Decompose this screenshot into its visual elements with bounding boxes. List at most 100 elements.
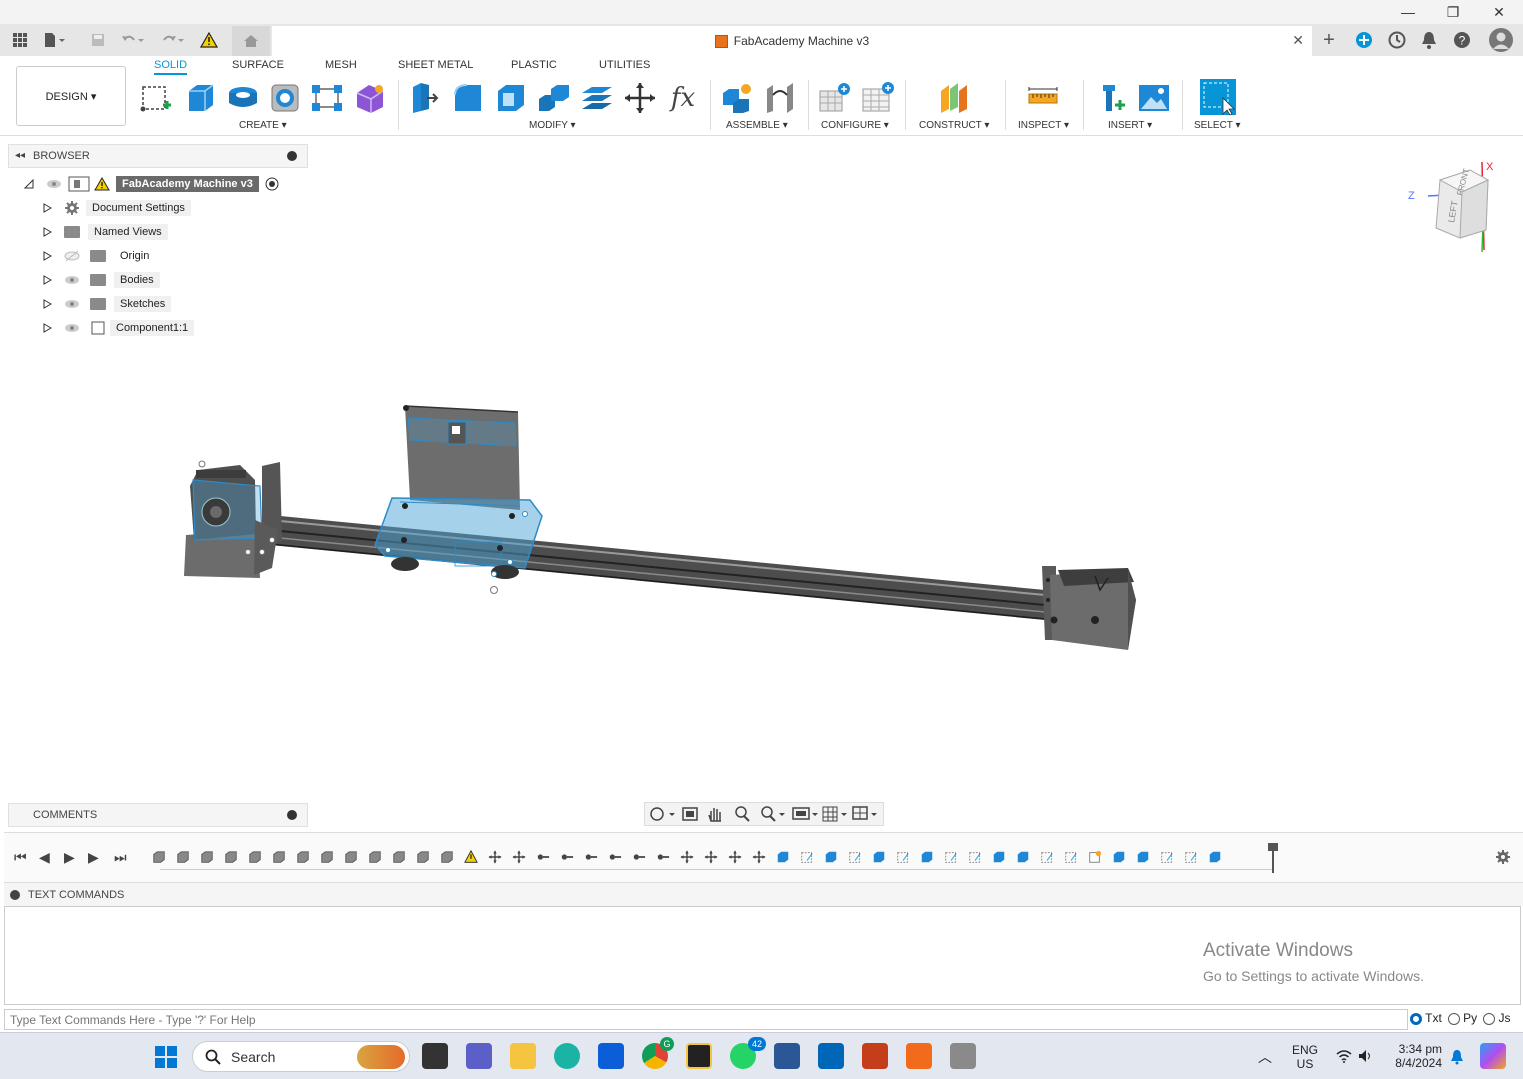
document-tab[interactable]: FabAcademy Machine v3 ✕ (272, 26, 1312, 56)
save-icon[interactable] (86, 28, 110, 52)
extensions-icon[interactable] (1352, 28, 1376, 52)
chrome-icon[interactable]: G (642, 1037, 674, 1069)
shell-icon[interactable] (493, 80, 529, 116)
timeline-feature-joint-icon[interactable] (536, 850, 550, 864)
form-icon[interactable] (352, 80, 388, 116)
timeline-feature-blue-icon[interactable] (824, 850, 838, 864)
insert-group-label[interactable]: INSERT ▾ (1108, 120, 1152, 131)
inspect-group-label[interactable]: INSPECT ▾ (1018, 120, 1069, 131)
timeline-feature-ext-icon[interactable] (368, 850, 382, 864)
viewports-icon[interactable] (852, 806, 877, 820)
text-command-input[interactable] (4, 1009, 1408, 1030)
timeline-feature-blue-icon[interactable] (1112, 850, 1126, 864)
windows-start-icon[interactable] (154, 1045, 178, 1069)
volume-icon[interactable] (1358, 1049, 1374, 1063)
timeline-feature-sketch-icon[interactable] (1184, 850, 1198, 864)
pan-hand-icon[interactable] (708, 808, 721, 822)
task-view-icon[interactable] (422, 1043, 448, 1069)
revolve-icon[interactable] (225, 80, 261, 116)
browser-root-row[interactable]: FabAcademy Machine v3 (24, 175, 279, 193)
configure-group-label[interactable]: CONFIGURE ▾ (821, 120, 889, 131)
browser-item-label[interactable]: Document Settings (86, 200, 191, 216)
timeline-feature-sketch-icon[interactable] (848, 850, 862, 864)
mode-js[interactable]: Js (1483, 1011, 1511, 1025)
home-tab-icon[interactable] (232, 26, 270, 56)
browser-item[interactable]: Origin (42, 247, 155, 265)
timeline-feature-ext-icon[interactable] (320, 850, 334, 864)
sticky-notes-icon[interactable] (686, 1043, 712, 1069)
browser-item-label[interactable]: Bodies (114, 272, 160, 288)
timeline-prev-icon[interactable]: ◀ (39, 849, 50, 866)
timeline-feature-move-icon[interactable] (512, 850, 526, 864)
timeline-feature-ext-icon[interactable] (272, 850, 286, 864)
display-settings-icon[interactable] (792, 807, 818, 820)
timeline-feature-ext-icon[interactable] (200, 850, 214, 864)
create-sketch-icon[interactable] (138, 80, 174, 116)
timeline-next-icon[interactable]: ▶ (88, 849, 99, 866)
end-block[interactable] (1042, 566, 1136, 650)
radio-icon[interactable] (1447, 1012, 1460, 1025)
system-clock[interactable]: 3:34 pm 8/4/2024 (1388, 1042, 1442, 1070)
hole-icon[interactable] (267, 80, 303, 116)
timeline-feature-ext-icon[interactable] (296, 850, 310, 864)
timeline-feature-ext-icon[interactable] (416, 850, 430, 864)
timeline-feature-blue-icon[interactable] (776, 850, 790, 864)
teams-icon[interactable] (466, 1043, 492, 1069)
browser-item-label[interactable]: Origin (114, 248, 155, 264)
timeline-feature-move-icon[interactable] (488, 850, 502, 864)
hidden-eye-icon[interactable] (64, 250, 80, 262)
fillet-icon[interactable] (450, 80, 486, 116)
timeline-feature-sketch-icon[interactable] (1064, 850, 1078, 864)
timeline-feature-ext-icon[interactable] (392, 850, 406, 864)
collapse-triangle-icon[interactable] (24, 179, 34, 189)
tab-sheet-metal[interactable]: SHEET METAL (398, 59, 473, 71)
app-grid-icon[interactable] (8, 28, 32, 52)
expand-triangle-icon[interactable] (42, 227, 52, 237)
collapse-browser-icon[interactable]: ◂◂ (15, 150, 25, 161)
timeline-feature-sketch-icon[interactable] (1040, 850, 1054, 864)
browser-panel-header[interactable]: ◂◂ BROWSER (8, 144, 308, 168)
assemble-group-label[interactable]: ASSEMBLE ▾ (726, 120, 788, 131)
orbit-icon[interactable] (650, 807, 675, 821)
warning-icon[interactable] (197, 28, 221, 52)
copilot-icon[interactable] (1480, 1043, 1506, 1069)
close-tab-button[interactable]: ✕ (1292, 32, 1304, 49)
browser-toggle-icon[interactable] (287, 151, 297, 161)
browser-item-label[interactable]: Component1:1 (110, 320, 195, 336)
combine-icon[interactable] (536, 80, 572, 116)
tab-solid[interactable]: SOLID (154, 59, 188, 75)
browser-item[interactable]: Bodies (42, 271, 160, 289)
timeline-first-icon[interactable]: ⏮ (14, 849, 27, 866)
expand-triangle-icon[interactable] (42, 203, 52, 213)
file-menu-icon[interactable] (42, 28, 66, 52)
zoom-window-icon[interactable] (761, 806, 785, 822)
timeline-feature-sketch-icon[interactable] (1160, 850, 1174, 864)
timeline-marker-head[interactable] (1268, 843, 1278, 851)
language-indicator[interactable]: ENG US (1292, 1043, 1318, 1071)
select-icon[interactable] (1198, 78, 1238, 116)
carriage-plate[interactable] (374, 405, 543, 594)
timeline-settings-gear-icon[interactable] (1495, 849, 1511, 865)
timeline-feature-ext-icon[interactable] (440, 850, 454, 864)
new-component-icon[interactable] (718, 80, 754, 116)
wifi-icon[interactable] (1336, 1049, 1352, 1063)
timeline-feature-move-icon[interactable] (704, 850, 718, 864)
radio-icon[interactable] (1483, 1012, 1496, 1025)
root-component-label[interactable]: FabAcademy Machine v3 (116, 176, 259, 192)
press-pull-icon[interactable] (406, 80, 442, 116)
help-icon[interactable]: ? (1450, 28, 1474, 52)
expand-triangle-icon[interactable] (42, 299, 52, 309)
visibility-eye-icon[interactable] (64, 322, 80, 334)
tab-utilities[interactable]: UTILITIES (599, 59, 650, 71)
snipping-tool-icon[interactable] (950, 1043, 976, 1069)
powershell-icon[interactable] (774, 1043, 800, 1069)
file-explorer-icon[interactable] (510, 1043, 536, 1069)
root-warning-icon[interactable] (94, 177, 110, 191)
browser-item[interactable]: Document Settings (42, 199, 191, 217)
tab-mesh[interactable]: MESH (325, 59, 357, 71)
offset-plane-icon[interactable] (936, 80, 972, 116)
visibility-eye-icon[interactable] (46, 178, 62, 190)
comments-panel-header[interactable]: COMMENTS (8, 803, 308, 827)
browser-item[interactable]: Component1:1 (42, 319, 195, 337)
timeline-feature-joint-icon[interactable] (656, 850, 670, 864)
